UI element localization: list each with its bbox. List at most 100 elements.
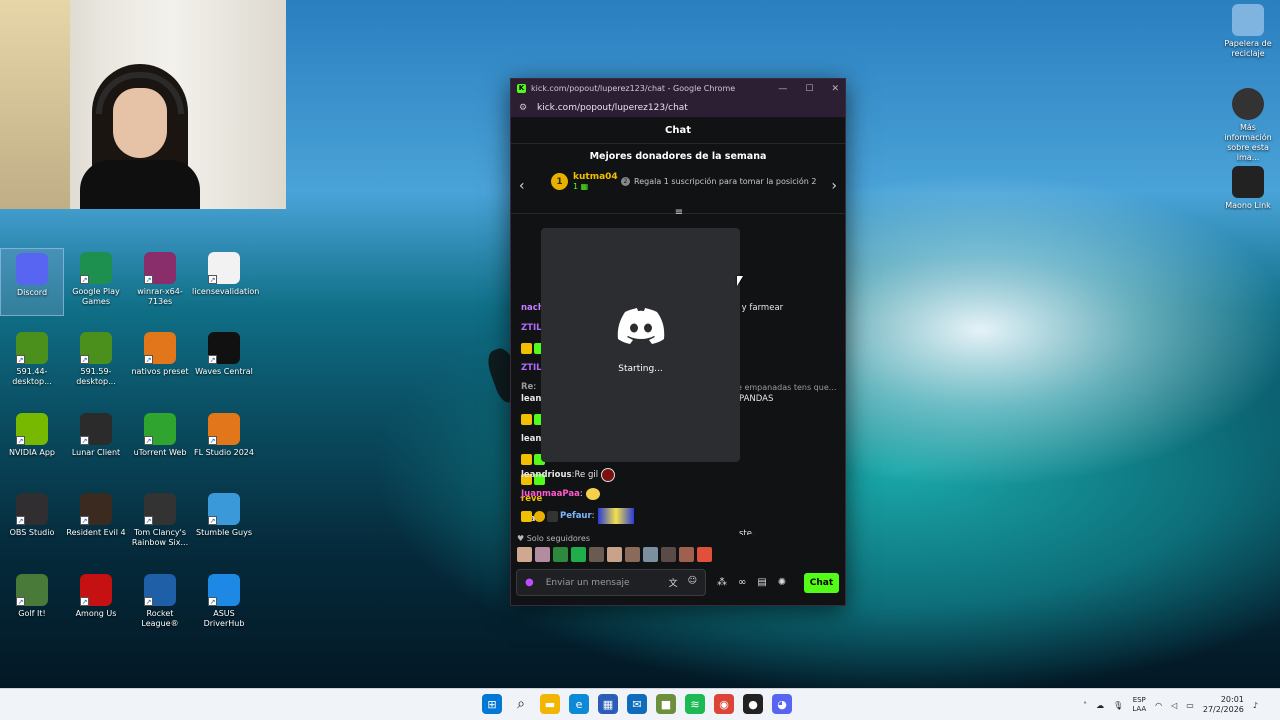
- chat-message[interactable]: Pefaur:: [521, 508, 634, 524]
- chat-username[interactable]: JuanmaaPaa: [521, 489, 580, 499]
- emote-bar[interactable]: [517, 547, 712, 562]
- language-indicator[interactable]: ESP LAA: [1132, 696, 1146, 714]
- taskbar-store-icon[interactable]: ▦: [598, 694, 618, 714]
- volume-icon[interactable]: ◁: [1171, 701, 1177, 710]
- chat-title: Chat: [665, 125, 691, 136]
- taskbar-discord-icon[interactable]: ◕: [772, 694, 792, 714]
- desktop-icon-info-spotlight[interactable]: Más información sobre esta ima...: [1216, 88, 1280, 163]
- address-bar[interactable]: ⚙ kick.com/popout/luperez123/chat: [511, 98, 845, 118]
- shortcut-arrow-icon: ↗: [80, 597, 89, 606]
- desktop-icon-rocket-league[interactable]: ↗ Rocket League®: [128, 570, 192, 638]
- desktop-icon-waves-central[interactable]: ↗ Waves Central: [192, 328, 256, 396]
- chat-username[interactable]: ZTIL: [521, 323, 542, 333]
- taskbar-outlook-icon[interactable]: ✉: [627, 694, 647, 714]
- chat-message[interactable]: JuanmaaPaa:: [521, 488, 600, 500]
- store-icon[interactable]: ▤: [757, 577, 766, 588]
- microphone-tray-icon[interactable]: 🎙: [1113, 701, 1123, 710]
- desktop-icon-rainbow-six[interactable]: ↗ Tom Clancy's Rainbow Six...: [128, 489, 192, 557]
- desktop-icon-nvidia-installer[interactable]: ↗ 591.59-desktop...: [64, 328, 128, 396]
- chat-message[interactable]: lean: [521, 434, 541, 444]
- clock[interactable]: 20:01 27/2/2026: [1203, 695, 1244, 715]
- chat-settings-gear-icon[interactable]: ✺: [778, 577, 786, 588]
- desktop-icon-maono-link[interactable]: Maono Link: [1216, 166, 1280, 211]
- desktop-icon-lunar-client[interactable]: ↗ Lunar Client: [64, 409, 128, 477]
- taskbar-folder-icon[interactable]: ▬: [540, 694, 560, 714]
- chat-message[interactable]: leandrious: Re gil: [521, 468, 616, 482]
- translate-icon[interactable]: 文: [669, 576, 678, 589]
- desktop-icon-label: Waves Central: [195, 367, 253, 376]
- desktop-icon-utorrent[interactable]: ↗ uTorrent Web: [128, 409, 192, 477]
- emoji-icon[interactable]: ☺: [688, 576, 697, 589]
- desktop-icon-nvidia-installer[interactable]: ↗ 591.44-desktop...: [0, 328, 64, 396]
- desktop-icon-fl-studio-preset[interactable]: ↗ nativos preset: [128, 328, 192, 396]
- emote-thumbnail-icon[interactable]: [607, 547, 622, 562]
- donors-prev-button[interactable]: ‹: [519, 178, 525, 194]
- chat-username[interactable]: ZTIL: [521, 363, 542, 373]
- emote-thumbnail-icon[interactable]: [697, 547, 712, 562]
- desktop-icon-obs-studio[interactable]: ↗ OBS Studio: [0, 489, 64, 557]
- desktop-icon-among-us[interactable]: ↗ Among Us: [64, 570, 128, 638]
- emote-thumbnail-icon[interactable]: [643, 547, 658, 562]
- chat-message[interactable]: Re: e empanadas tens que...: [521, 382, 836, 392]
- chat-username[interactable]: lean: [521, 394, 541, 404]
- chat-message[interactable]: ZTIL: [521, 323, 542, 333]
- chat-emote-icon: [601, 468, 616, 482]
- infinity-icon[interactable]: ∞: [738, 577, 746, 588]
- window-titlebar[interactable]: K kick.com/popout/luperez123/chat - Goog…: [511, 79, 845, 98]
- donors-next-button[interactable]: ›: [831, 178, 837, 194]
- minimize-button[interactable]: —: [778, 84, 787, 94]
- chat-username[interactable]: leandrious: [521, 470, 572, 480]
- desktop-icon-google-play-games[interactable]: ↗ Google Play Games: [64, 248, 128, 316]
- donor-count: 1 ▦: [573, 182, 589, 191]
- desktop-icon-discord[interactable]: Discord: [0, 248, 64, 316]
- show-hidden-icons-chevron-icon[interactable]: ˄: [1083, 701, 1087, 710]
- network-status-icon[interactable]: ☁: [1096, 701, 1104, 710]
- taskbar-edge-icon[interactable]: e: [569, 694, 589, 714]
- close-button[interactable]: ✕: [831, 84, 839, 94]
- emote-thumbnail-icon[interactable]: [679, 547, 694, 562]
- desktop-icon-nvidia-app[interactable]: ↗ NVIDIA App: [0, 409, 64, 477]
- emote-thumbnail-icon[interactable]: [517, 547, 532, 562]
- donor-name[interactable]: kutma04: [573, 172, 618, 182]
- taskbar-windows-icon[interactable]: ⊞: [482, 694, 502, 714]
- emote-thumbnail-icon[interactable]: [625, 547, 640, 562]
- microphone-icon[interactable]: ●: [525, 577, 534, 588]
- wifi-icon[interactable]: ◠: [1155, 701, 1162, 710]
- medal-badge-icon: [534, 510, 545, 522]
- notifications-bell-icon[interactable]: ♪: [1253, 701, 1258, 710]
- taskbar-minecraft-icon[interactable]: ■: [656, 694, 676, 714]
- emote-thumbnail-icon[interactable]: [535, 547, 550, 562]
- desktop-icon-label: nativos preset: [131, 367, 189, 376]
- maximize-button[interactable]: ☐: [805, 84, 813, 94]
- site-settings-icon[interactable]: ⚙: [519, 103, 529, 113]
- emote-thumbnail-icon[interactable]: [553, 547, 568, 562]
- desktop-icon-golf-it[interactable]: ↗ Golf It!: [0, 570, 64, 638]
- taskbar-chrome-icon[interactable]: ◉: [714, 694, 734, 714]
- taskbar-search-icon[interactable]: ⌕: [511, 694, 531, 714]
- desktop-icon-asus-driverhub[interactable]: ↗ ASUS DriverHub: [192, 570, 256, 638]
- chat-username[interactable]: lean: [521, 434, 541, 444]
- desktop-icon-stumble-guys[interactable]: ↗ Stumble Guys: [192, 489, 256, 557]
- chat-input-field[interactable]: ● Enviar un mensaje 文 ☺: [516, 569, 706, 596]
- desktop-icon-recycle-bin[interactable]: Papelera de reciclaje: [1216, 4, 1280, 59]
- taskbar-game-launcher-icon[interactable]: ●: [743, 694, 763, 714]
- taskbar-spotify-icon[interactable]: ≋: [685, 694, 705, 714]
- kick-points-icon[interactable]: ⁂: [717, 577, 727, 588]
- send-chat-button[interactable]: Chat: [804, 573, 839, 593]
- chat-message[interactable]: ZTIL: [521, 363, 542, 373]
- chat-username[interactable]: Pefaur: [560, 511, 592, 521]
- chat-username[interactable]: Re: [521, 382, 533, 392]
- gift-sub-prompt[interactable]: 2 Regala 1 suscripción para tomar la pos…: [621, 177, 816, 186]
- battery-icon[interactable]: ▭: [1186, 701, 1194, 710]
- desktop-icon-resident-evil[interactable]: ↗ Resident Evil 4: [64, 489, 128, 557]
- desktop-icon-text-file[interactable]: ↗ licensevalidation: [192, 248, 259, 316]
- url-text[interactable]: kick.com/popout/luperez123/chat: [537, 103, 688, 113]
- donor-entry[interactable]: 1 kutma04 1 ▦: [551, 172, 618, 191]
- emote-thumbnail-icon[interactable]: [571, 547, 586, 562]
- chat-input-placeholder[interactable]: Enviar un mensaje: [546, 578, 630, 588]
- desktop-icon-winrar[interactable]: ↗ winrar-x64-713es: [128, 248, 192, 316]
- discord-icon: [16, 253, 48, 285]
- desktop-icon-fl-studio[interactable]: ↗ FL Studio 2024: [192, 409, 256, 477]
- emote-thumbnail-icon[interactable]: [661, 547, 676, 562]
- emote-thumbnail-icon[interactable]: [589, 547, 604, 562]
